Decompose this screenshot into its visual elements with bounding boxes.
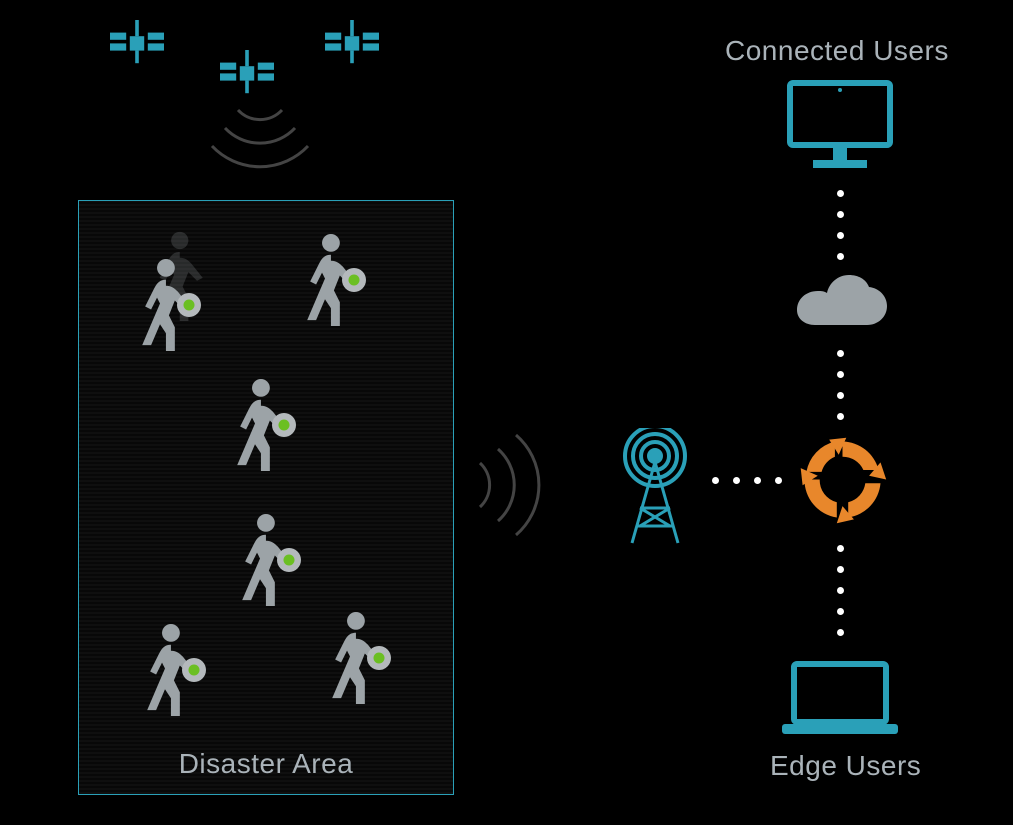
connected-users-label: Connected Users — [725, 35, 949, 67]
geo-marker-icon — [276, 547, 302, 573]
dotted-connector-horizontal — [712, 477, 782, 484]
satellite-icon — [100, 20, 390, 120]
walking-person-icon — [124, 256, 196, 351]
geo-marker-icon — [271, 412, 297, 438]
disaster-area: Disaster Area — [78, 200, 454, 795]
dotted-connector-vertical — [837, 545, 844, 636]
dotted-connector-vertical — [837, 350, 844, 420]
cloud-icon — [795, 275, 890, 340]
laptop-icon — [780, 660, 900, 745]
geo-marker-icon — [341, 267, 367, 293]
walking-person-icon — [129, 621, 201, 716]
walking-person-icon — [219, 376, 291, 471]
disaster-area-label: Disaster Area — [179, 748, 354, 780]
edge-users-label: Edge Users — [770, 750, 921, 782]
geo-marker-icon — [181, 657, 207, 683]
walking-person-icon — [224, 511, 296, 606]
geo-marker-icon — [176, 292, 202, 318]
sync-arrows-icon — [795, 432, 890, 532]
signal-waves-right — [470, 415, 580, 555]
walking-person-icon — [314, 609, 386, 704]
walking-person-icon — [289, 231, 361, 326]
dotted-connector-vertical — [837, 190, 844, 260]
radio-tower-icon — [610, 428, 700, 553]
geo-marker-icon — [366, 645, 392, 671]
monitor-icon — [785, 78, 895, 178]
satellite-cluster — [100, 20, 390, 125]
